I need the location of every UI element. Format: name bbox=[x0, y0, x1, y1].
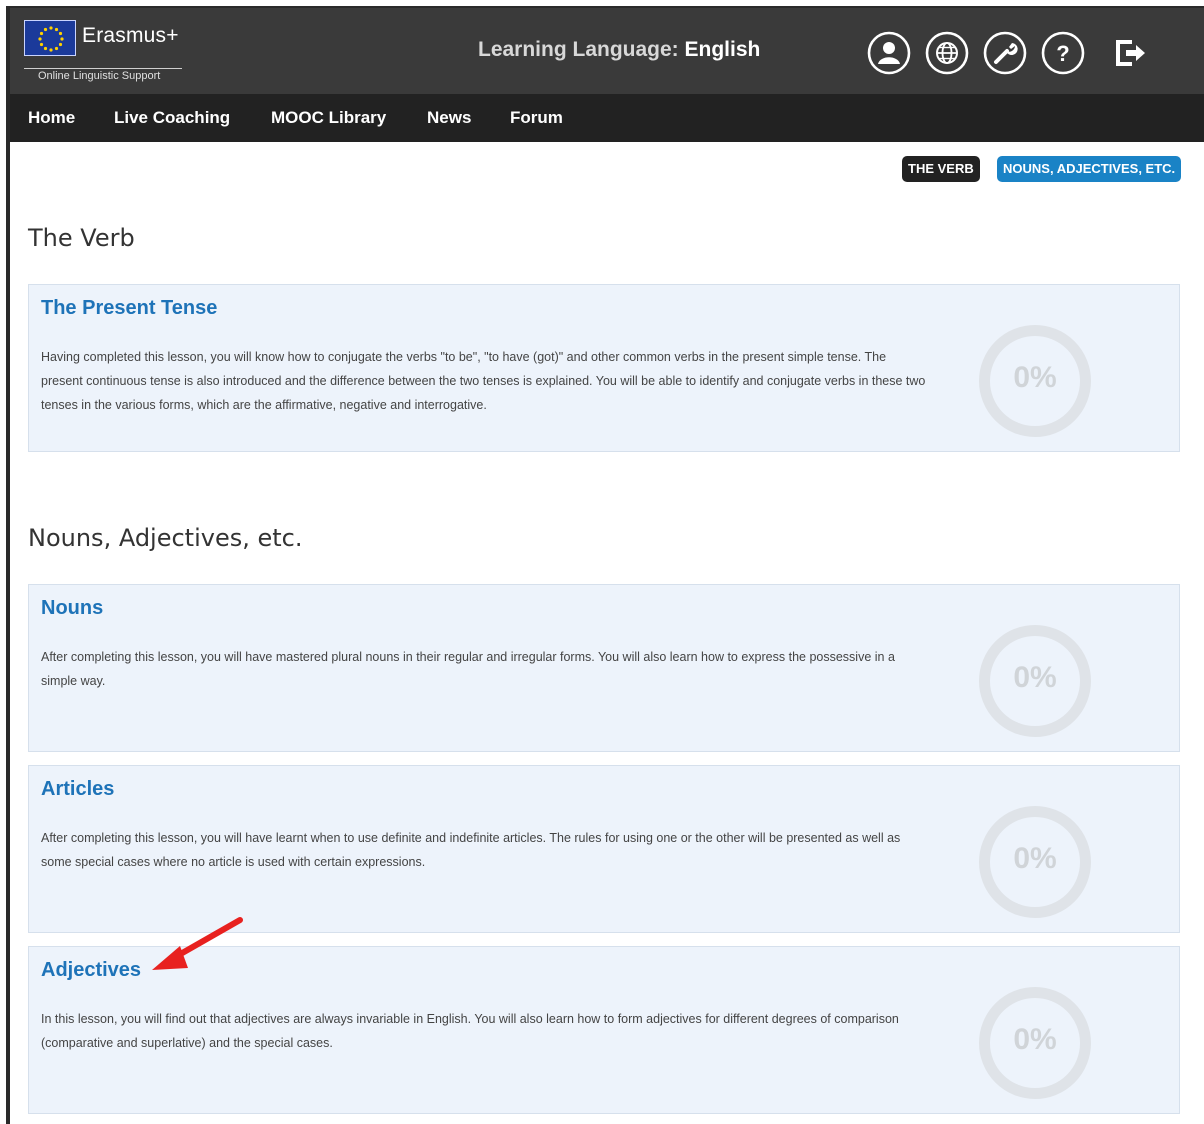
section-title-the-verb: The Verb bbox=[28, 224, 135, 252]
brand-subtitle: Online Linguistic Support bbox=[38, 70, 161, 82]
nav-live-coaching[interactable]: Live Coaching bbox=[114, 108, 230, 128]
help-icon[interactable]: ? bbox=[1040, 30, 1086, 76]
nav-news[interactable]: News bbox=[427, 108, 471, 128]
lesson-title-nouns[interactable]: Nouns bbox=[41, 597, 103, 620]
learning-language-value: English bbox=[684, 38, 761, 61]
eu-flag-icon bbox=[24, 20, 76, 56]
learning-language: Learning Language: English bbox=[478, 38, 760, 62]
lesson-description: Having completed this lesson, you will k… bbox=[41, 350, 926, 412]
progress-percent: 0% bbox=[1013, 661, 1057, 694]
globe-icon[interactable] bbox=[924, 30, 970, 76]
progress-ring: 0% bbox=[979, 987, 1091, 1099]
lesson-title-articles[interactable]: Articles bbox=[41, 778, 114, 801]
logout-icon[interactable] bbox=[1106, 30, 1152, 76]
section-title-nouns-adjectives: Nouns, Adjectives, etc. bbox=[28, 524, 303, 552]
wrench-icon[interactable] bbox=[982, 30, 1028, 76]
lesson-title-present-tense[interactable]: The Present Tense bbox=[41, 297, 217, 320]
progress-ring: 0% bbox=[979, 325, 1091, 437]
tag-nouns-adjectives[interactable]: NOUNS, ADJECTIVES, ETC. bbox=[997, 156, 1182, 182]
learning-language-label: Learning Language: bbox=[478, 38, 685, 61]
erasmus-logo[interactable]: Erasmus+ Online Linguistic Support bbox=[24, 20, 194, 84]
app-frame: Erasmus+ Online Linguistic Support Learn… bbox=[6, 6, 1204, 1124]
nav-home[interactable]: Home bbox=[28, 108, 75, 128]
nav-mooc-library[interactable]: MOOC Library bbox=[271, 108, 386, 128]
lesson-description: After completing this lesson, you will h… bbox=[41, 650, 895, 688]
lesson-description: In this lesson, you will find out that a… bbox=[41, 1012, 899, 1050]
lesson-card-present-tense: The Present Tense Having completed this … bbox=[28, 284, 1180, 452]
main-nav: Home Live Coaching MOOC Library News For… bbox=[10, 94, 1204, 142]
nav-forum[interactable]: Forum bbox=[510, 108, 563, 128]
progress-percent: 0% bbox=[1013, 1023, 1057, 1056]
progress-ring: 0% bbox=[979, 806, 1091, 918]
lesson-card-nouns: Nouns After completing this lesson, you … bbox=[28, 584, 1180, 752]
progress-percent: 0% bbox=[1013, 361, 1057, 394]
lesson-title-adjectives[interactable]: Adjectives bbox=[41, 959, 141, 982]
lesson-card-articles: Articles After completing this lesson, y… bbox=[28, 765, 1180, 933]
user-icon[interactable] bbox=[866, 30, 912, 76]
top-header: Erasmus+ Online Linguistic Support Learn… bbox=[10, 8, 1204, 94]
logo-divider bbox=[24, 68, 182, 69]
lesson-description: After completing this lesson, you will h… bbox=[41, 831, 901, 869]
brand-name: Erasmus+ bbox=[82, 24, 179, 47]
progress-ring: 0% bbox=[979, 625, 1091, 737]
svg-text:?: ? bbox=[1056, 41, 1069, 66]
progress-percent: 0% bbox=[1013, 842, 1057, 875]
tag-the-verb[interactable]: THE VERB bbox=[902, 156, 980, 182]
red-arrow-annotation-icon bbox=[152, 917, 243, 970]
